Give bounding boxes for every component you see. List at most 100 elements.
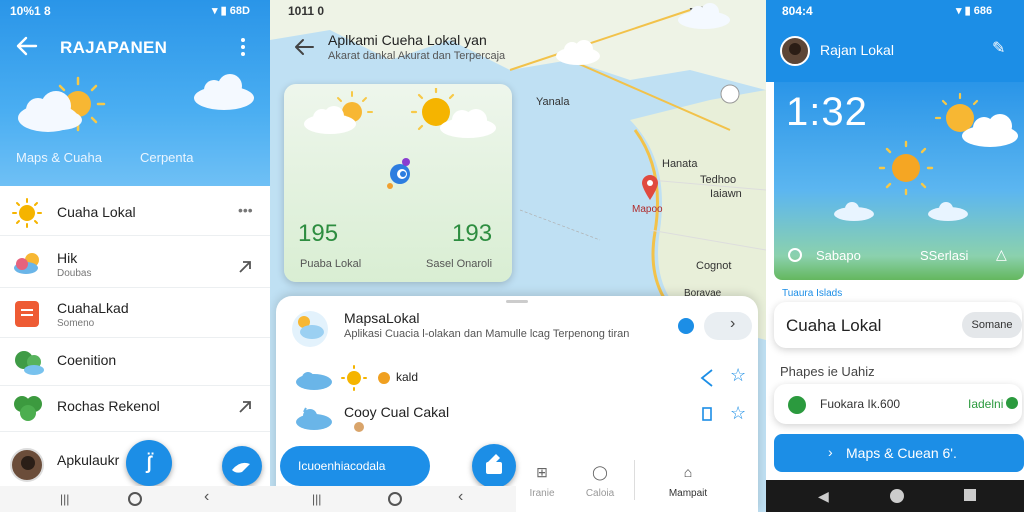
share-icon[interactable] <box>700 406 716 424</box>
primary-action-button[interactable]: › Maps & Cuean 6'. <box>774 434 1024 472</box>
divider <box>634 460 635 500</box>
list-item[interactable]: CuahaLkad Someno <box>0 290 270 338</box>
weather-action-label[interactable]: SSerlasi <box>920 248 968 263</box>
panel-map: Yanala Hanata Tedhoo Iaiawn Mapoo Cognot… <box>270 0 766 512</box>
map-label: Hanata <box>662 158 698 170</box>
emoji-icon <box>354 422 364 432</box>
sun-cloud-icon <box>934 92 1018 147</box>
location-icon[interactable] <box>788 248 802 262</box>
location-pin-icon[interactable] <box>640 174 660 202</box>
list-item-desc: kald <box>396 370 419 384</box>
nav-label[interactable]: Iranie <box>522 488 562 499</box>
secondary-button[interactable]: Somane <box>962 312 1022 338</box>
fab-secondary-button[interactable] <box>222 446 262 486</box>
page-title: Aplkami Cueha Lokal yan <box>328 32 487 48</box>
recent-apps-icon[interactable] <box>964 489 976 501</box>
home-icon[interactable] <box>128 492 142 506</box>
grid-icon[interactable]: ⊞ <box>522 464 562 481</box>
right-value: 193 <box>452 220 493 247</box>
back-arrow-icon[interactable] <box>294 38 314 56</box>
fab-primary-button[interactable]: ʃ̈ <box>126 440 172 486</box>
clock-display: 1:32 <box>786 90 868 134</box>
back-icon[interactable]: ◀ <box>818 488 829 505</box>
sun-icon <box>12 198 42 228</box>
sun-cloud-icon <box>304 91 373 134</box>
check-shield-icon <box>788 396 806 414</box>
section-link[interactable]: Tuaura Islads <box>782 288 842 299</box>
back-icon[interactable]: ‹ <box>204 488 209 506</box>
battery-icon: ▮ <box>220 5 227 17</box>
cloud-icon <box>556 40 600 65</box>
list-item-desc: Aplikasi Cuacia l-olakan dan Mamulle lca… <box>344 328 630 340</box>
home-icon[interactable] <box>890 489 904 503</box>
entry-badge: Iadelni <box>968 397 1004 411</box>
list-item[interactable]: Cooy Cual Cakal ☆ <box>286 400 752 444</box>
action-pill-button[interactable]: Icuoenhiacodala <box>280 446 430 486</box>
recent-apps-icon[interactable]: ||| <box>312 492 321 506</box>
panel-right: 804:4 ▾ ▮ 686 Rajan Lokal ✎ Sabapo SSerl… <box>766 0 1024 512</box>
list-item-subtitle: Doubas <box>57 268 92 279</box>
page-title: Rajan Lokal <box>820 42 894 58</box>
list-item[interactable]: Coenition <box>0 338 270 386</box>
weather-compare-card[interactable]: 195 Puaba Lokal 193 Sasel Onaroli <box>284 84 512 282</box>
system-navbar: ||| ‹ <box>270 486 516 512</box>
arrow-up-right-icon[interactable] <box>238 400 252 414</box>
bottom-nav: ⊞ Iranie ◯ Caloia ⌂ Mampait <box>522 460 754 512</box>
tab-cerpenta[interactable]: Cerpenta <box>140 150 193 165</box>
recent-apps-icon[interactable]: ||| <box>60 492 69 506</box>
nav-label[interactable]: Caloia <box>580 488 620 499</box>
expand-button[interactable]: › <box>704 312 752 340</box>
tools-icon[interactable]: ✎ <box>992 38 1005 58</box>
fab-primary-button[interactable] <box>472 444 516 488</box>
list-item[interactable]: Cuaha Lokal ••• <box>0 188 270 236</box>
cloud-icon <box>296 372 332 390</box>
card-title: Cuaha Lokal <box>786 316 882 335</box>
more-vert-icon[interactable] <box>240 38 246 56</box>
system-navbar: ◀ <box>766 480 1024 512</box>
chat-icon[interactable]: ◯ <box>580 464 620 481</box>
entry-text-wrap: Fuokara Ik.600 <box>820 397 900 411</box>
more-horiz-icon[interactable]: ••• <box>238 202 253 218</box>
back-arrow-icon[interactable] <box>16 36 38 56</box>
sun-icon <box>878 140 934 196</box>
mountain-icon[interactable]: △ <box>996 246 1007 263</box>
cuaha-card[interactable]: Cuaha Lokal Somane <box>774 302 1022 348</box>
tab-maps-cuaha[interactable]: Maps & Cuaha <box>16 150 102 165</box>
sun-cloud-icon <box>410 88 496 138</box>
star-icon[interactable]: ☆ <box>730 403 746 424</box>
share-icon[interactable] <box>698 368 716 388</box>
list-item[interactable]: MapsaLokal Aplikasi Cuacia l-olakan dan … <box>286 306 752 362</box>
map-label: Mapoo <box>632 204 663 215</box>
right-label: Sasel Onaroli <box>426 258 493 270</box>
list-item[interactable]: Hik Doubas <box>0 240 270 288</box>
wifi-icon: ▾ <box>956 5 962 17</box>
leaf-icon <box>1006 397 1018 409</box>
cloud-icon <box>834 202 874 221</box>
arrow-up-right-icon[interactable] <box>238 260 252 274</box>
back-icon[interactable]: ‹ <box>458 488 463 506</box>
weather-action-label[interactable]: Sabapo <box>816 248 861 263</box>
weather-app-logo-icon <box>387 158 410 189</box>
store-icon[interactable]: ⌂ <box>668 464 708 480</box>
cloud-icon <box>928 202 968 221</box>
page-title: RAJAPANEN <box>60 38 168 57</box>
section-title: Phapes ie Uahiz <box>780 364 875 379</box>
cloud-sun-icon <box>14 253 39 274</box>
bird-icon <box>232 462 250 473</box>
home-icon[interactable] <box>388 492 402 506</box>
nav-label[interactable]: Mampait <box>664 488 712 499</box>
info-icon[interactable] <box>678 318 694 334</box>
list-item-subtitle: Someno <box>57 318 95 329</box>
star-icon[interactable]: ☆ <box>730 365 746 386</box>
list-item-title: MapsaLokal <box>344 310 420 326</box>
map-label: Iaiawn <box>710 188 742 200</box>
list-item[interactable]: Rochas Rekenol <box>0 384 270 432</box>
map-label: Yanala <box>536 96 570 108</box>
list-item-title: Cuaha Lokal <box>57 204 136 220</box>
list-item[interactable]: kald ☆ <box>286 360 752 398</box>
avatar[interactable] <box>780 36 810 66</box>
panel-left: 10%1 8 ▾ ▮ 68D RAJAPANEN Maps & Cuaha Ce… <box>0 0 270 512</box>
dot-icon <box>378 372 390 384</box>
entry-card[interactable]: Fuokara Ik.600 Iadelni <box>774 384 1022 424</box>
sheet-handle[interactable] <box>506 300 528 303</box>
